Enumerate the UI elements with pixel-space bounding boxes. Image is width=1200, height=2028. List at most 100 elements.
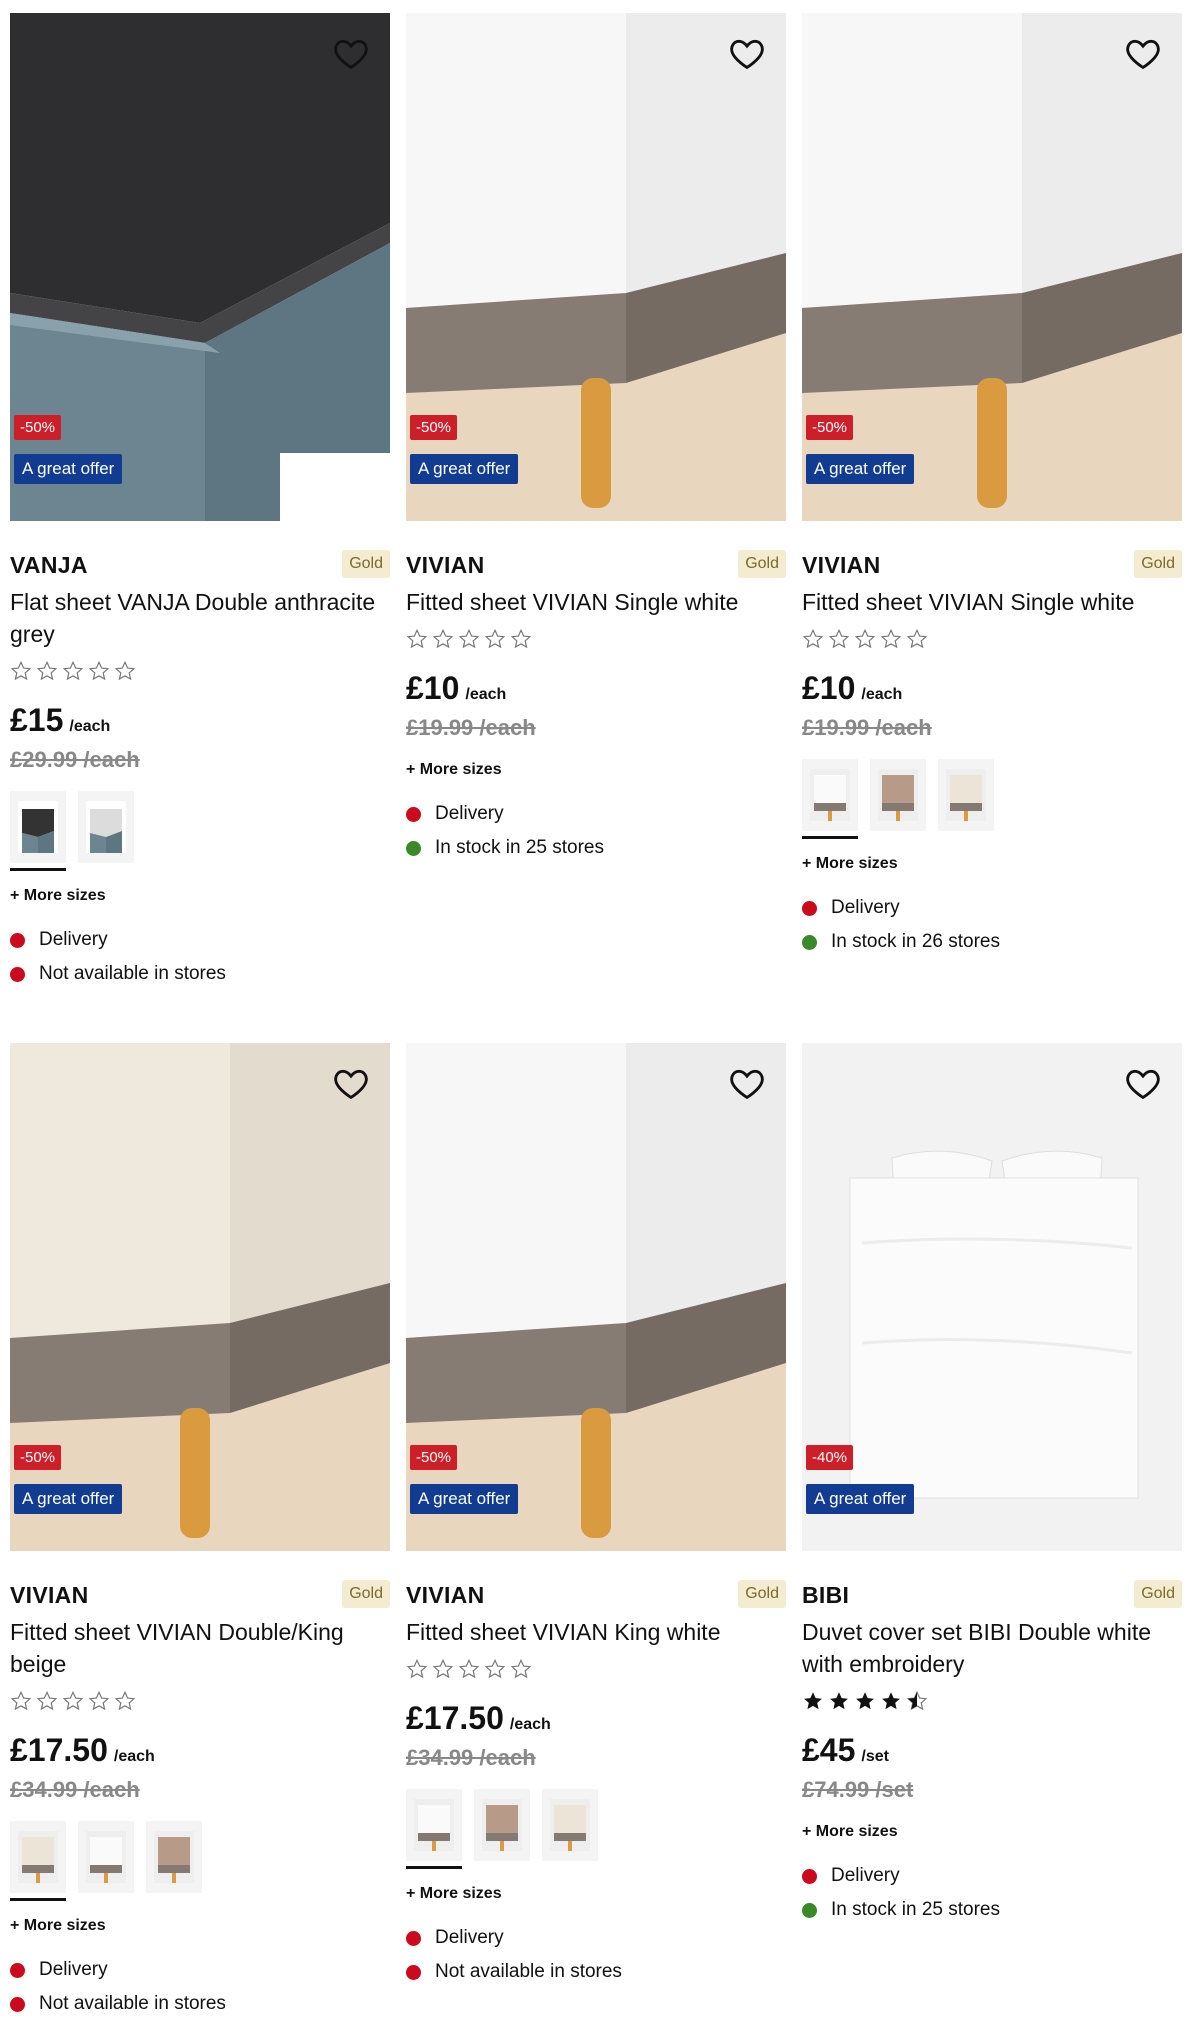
store-stock-label: Not available in stores	[39, 1993, 226, 2014]
old-price: £29.99 /each	[10, 747, 140, 772]
swatch-white[interactable]	[406, 1789, 462, 1869]
star-empty-icon	[88, 660, 110, 681]
more-sizes-link[interactable]: + More sizes	[802, 1823, 1182, 1841]
product-brand[interactable]: VANJA	[10, 552, 88, 579]
discount-badge: -50%	[14, 415, 62, 440]
status-dot	[406, 806, 421, 822]
availability: Delivery Not available in stores	[406, 1921, 786, 1989]
swatch-white[interactable]	[78, 1821, 134, 1893]
colour-swatches	[10, 1821, 390, 1901]
store-stock-label: Not available in stores	[39, 963, 226, 984]
price-unit: /each	[465, 686, 507, 703]
swatch-taupe[interactable]	[146, 1821, 202, 1893]
heart-icon[interactable]	[332, 35, 370, 73]
swatch-taupe[interactable]	[474, 1789, 530, 1861]
star-empty-icon	[432, 1658, 454, 1679]
product-image[interactable]: -50% A great offer	[406, 13, 786, 521]
status-dot	[10, 1962, 25, 1978]
product-title[interactable]: Fitted sheet VIVIAN King white	[406, 1616, 786, 1648]
product-image[interactable]: -50% A great offer	[802, 13, 1182, 521]
star-empty-icon	[432, 628, 454, 649]
product-image[interactable]: -50% A great offer	[10, 13, 390, 521]
more-sizes-link[interactable]: + More sizes	[10, 1917, 390, 1935]
star-filled-icon	[882, 1692, 900, 1710]
store-stock-label: In stock in 25 stores	[435, 837, 604, 858]
product-title[interactable]: Fitted sheet VIVIAN Double/King beige	[10, 1616, 390, 1680]
gold-badge: Gold	[1134, 550, 1182, 578]
product-brand[interactable]: VIVIAN	[406, 552, 484, 579]
swatch-beige[interactable]	[542, 1789, 598, 1861]
product-image[interactable]: -50% A great offer	[10, 1043, 390, 1551]
status-dot	[802, 1902, 817, 1918]
star-empty-icon	[10, 1690, 32, 1711]
delivery-label: Delivery	[831, 1865, 900, 1886]
availability: Delivery In stock in 26 stores	[802, 891, 1182, 959]
product-card[interactable]: -50% A great offer VIVIAN Gold Fitted sh…	[10, 1043, 390, 2021]
heart-icon[interactable]	[728, 35, 766, 73]
product-photo	[10, 1043, 390, 1551]
price: £17.50 /each	[10, 1732, 390, 1769]
store-stock-label: In stock in 25 stores	[831, 1899, 1000, 1920]
availability: Delivery In stock in 25 stores	[406, 797, 786, 865]
rating-stars	[802, 628, 1182, 654]
product-card[interactable]: -50% A great offer VIVIAN Gold Fitted sh…	[802, 13, 1182, 959]
offer-badge: A great offer	[410, 1484, 519, 1514]
product-brand[interactable]: VIVIAN	[802, 552, 880, 579]
gold-badge: Gold	[1134, 1580, 1182, 1608]
delivery-label: Delivery	[831, 897, 900, 918]
heart-icon[interactable]	[1124, 35, 1162, 73]
product-title[interactable]: Flat sheet VANJA Double anthracite grey	[10, 586, 390, 650]
product-brand[interactable]: VIVIAN	[406, 1582, 484, 1609]
more-sizes-link[interactable]: + More sizes	[10, 887, 390, 905]
delivery-label: Delivery	[435, 803, 504, 824]
product-image[interactable]: -50% A great offer	[406, 1043, 786, 1551]
product-brand[interactable]: VIVIAN	[10, 1582, 88, 1609]
discount-badge: -50%	[410, 415, 458, 440]
swatch-image	[86, 801, 126, 853]
more-sizes-link[interactable]: + More sizes	[406, 761, 786, 779]
product-card[interactable]: -50% A great offer VIVIAN Gold Fitted sh…	[406, 13, 786, 865]
product-image[interactable]: -40% A great offer	[802, 1043, 1182, 1551]
price-value: £10	[802, 670, 856, 706]
swatch-beige[interactable]	[10, 1821, 66, 1901]
more-sizes-link[interactable]: + More sizes	[406, 1885, 786, 1903]
star-empty-icon	[854, 628, 876, 649]
availability: Delivery In stock in 25 stores	[802, 1859, 1182, 1927]
availability: Delivery Not available in stores	[10, 923, 390, 991]
product-card[interactable]: -50% A great offer VANJA Gold Flat sheet…	[10, 13, 390, 991]
product-brand[interactable]: BIBI	[802, 1582, 849, 1609]
star-empty-icon	[406, 628, 428, 649]
swatch-image	[18, 1831, 58, 1883]
price-value: £10	[406, 670, 460, 706]
product-title[interactable]: Fitted sheet VIVIAN Single white	[406, 586, 786, 618]
heart-icon[interactable]	[1124, 1065, 1162, 1103]
swatch-beige[interactable]	[938, 759, 994, 831]
product-card[interactable]: -50% A great offer VIVIAN Gold Fitted sh…	[406, 1043, 786, 1989]
product-title[interactable]: Duvet cover set BIBI Double white with e…	[802, 1616, 1182, 1680]
price-value: £45	[802, 1732, 856, 1768]
swatch-image	[414, 1799, 454, 1851]
status-dot	[10, 932, 25, 948]
star-empty-icon	[880, 628, 902, 649]
swatch-image	[810, 769, 850, 821]
swatch-light-grey[interactable]	[78, 791, 134, 863]
price: £10 /each	[406, 670, 786, 707]
swatch-white[interactable]	[802, 759, 858, 839]
swatch-anthracite[interactable]	[10, 791, 66, 871]
swatch-taupe[interactable]	[870, 759, 926, 831]
status-dot	[802, 900, 817, 916]
swatch-image	[86, 1831, 126, 1883]
heart-icon[interactable]	[728, 1065, 766, 1103]
more-sizes-link[interactable]: + More sizes	[802, 855, 1182, 873]
price-unit: /set	[861, 1748, 889, 1765]
product-title[interactable]: Fitted sheet VIVIAN Single white	[802, 586, 1182, 618]
heart-icon[interactable]	[332, 1065, 370, 1103]
star-half-icon	[906, 1690, 928, 1711]
swatch-image	[482, 1799, 522, 1851]
product-card[interactable]: -40% A great offer BIBI Gold Duvet cover…	[802, 1043, 1182, 1927]
discount-badge: -40%	[806, 1445, 854, 1470]
old-price: £74.99 /set	[802, 1777, 914, 1802]
price-unit: /each	[113, 1748, 155, 1765]
star-empty-icon	[484, 628, 506, 649]
star-empty-icon	[458, 1658, 480, 1679]
